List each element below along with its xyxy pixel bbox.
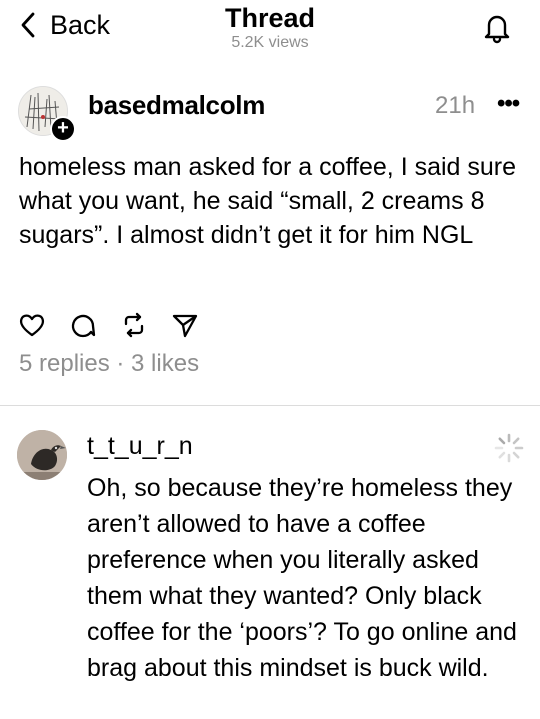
reply-username[interactable]: t_t_u_r_n	[87, 432, 193, 461]
reply-text: Oh, so because they’re homeless they are…	[87, 474, 517, 682]
bell-icon[interactable]	[481, 10, 513, 44]
divider	[0, 405, 540, 406]
more-options-button[interactable]: •••	[497, 90, 520, 118]
header-title-group: Thread 5.2K views	[0, 2, 540, 53]
comment-icon[interactable]	[69, 311, 97, 339]
view-count: 5.2K views	[231, 34, 309, 51]
loading-spinner-icon	[494, 433, 524, 463]
top-bar: Back Thread 5.2K views	[0, 0, 540, 62]
page-title: Thread	[224, 3, 316, 33]
post-timestamp: 21h	[435, 92, 476, 119]
follow-badge[interactable]: +	[50, 116, 76, 142]
share-icon[interactable]	[171, 311, 199, 339]
repost-icon[interactable]	[120, 311, 148, 339]
avatar-bird-icon	[17, 430, 67, 480]
post-username[interactable]: basedmalcolm	[88, 90, 265, 121]
heart-icon[interactable]	[18, 311, 46, 339]
avatar[interactable]	[17, 430, 67, 480]
post-stats[interactable]: 5 replies · 3 likes	[19, 350, 199, 378]
post-actions	[18, 311, 222, 339]
post-text: homeless man asked for a coffee, I said …	[19, 153, 517, 249]
